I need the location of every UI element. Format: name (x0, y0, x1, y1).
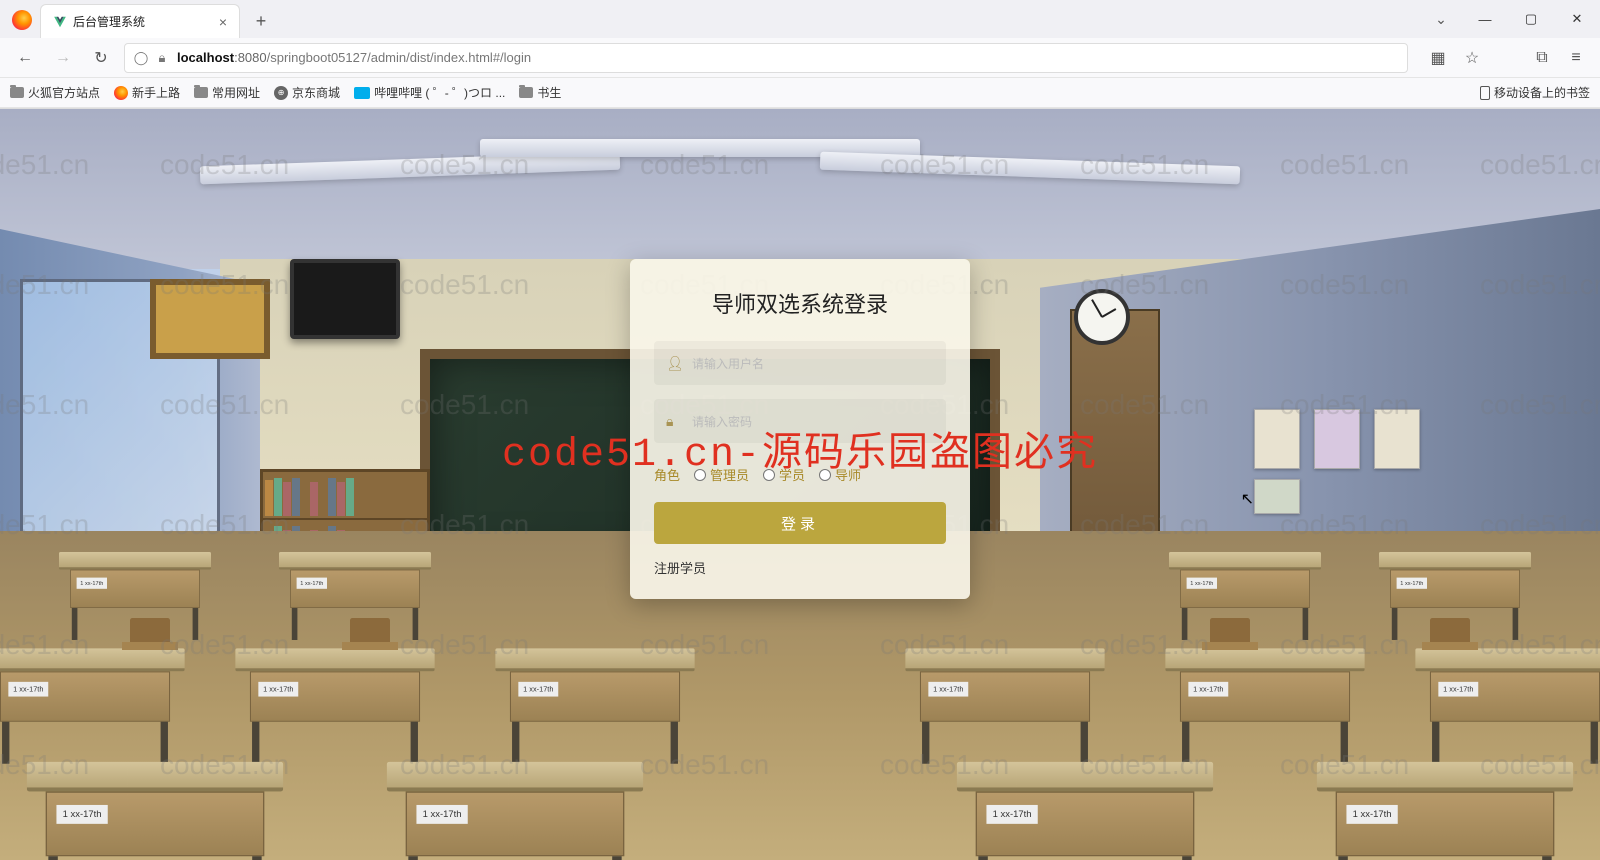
folder-icon (194, 87, 208, 98)
folder-icon (519, 87, 533, 98)
nav-refresh-button[interactable]: ↻ (86, 43, 116, 73)
clock-icon (1074, 289, 1130, 345)
window-minimize-button[interactable]: ― (1462, 3, 1508, 35)
url-path: /springboot05127/admin/dist/index.html#/… (267, 50, 532, 65)
role-option-student[interactable]: 学员 (763, 465, 805, 484)
shield-icon: ◯ (133, 50, 149, 66)
extensions-icon[interactable]: ⧉ (1528, 44, 1556, 72)
bilibili-icon (354, 87, 370, 99)
password-field-wrapper: 🔒︎ (654, 399, 946, 443)
window-controls: ⌄ ― ▢ ✕ (1426, 0, 1600, 38)
login-title: 导师双选系统登录 (654, 287, 946, 319)
tab-title: 后台管理系统 (73, 13, 213, 30)
vue-icon (53, 15, 67, 29)
register-link[interactable]: 注册学员 (654, 558, 946, 577)
login-panel: 导师双选系统登录 👤︎ 🔒︎ 角色 管理员 学员 导师 登录 注册学员 (630, 259, 970, 599)
browser-chrome: 后台管理系统 × + ⌄ ― ▢ ✕ ← → ↻ ◯ 🔒︎ localhost:… (0, 0, 1600, 109)
role-label: 角色 (654, 465, 680, 484)
bookmark-item-getting-started[interactable]: 新手上路 (114, 84, 180, 101)
folder-icon (10, 87, 24, 98)
firefox-icon (12, 10, 32, 30)
bookmark-item-firefox-official[interactable]: 火狐官方站点 (10, 84, 100, 101)
window-maximize-button[interactable]: ▢ (1508, 3, 1554, 35)
page-content: 1 xx-17th 1 xx-17th 1 xx-17th 1 xx-17th … (0, 109, 1600, 860)
role-radio-student[interactable] (763, 469, 775, 481)
bookmark-item-common-sites[interactable]: 常用网址 (194, 84, 260, 101)
username-input[interactable] (692, 356, 934, 371)
tab-strip: 后台管理系统 × + ⌄ ― ▢ ✕ (0, 0, 1600, 38)
nav-back-button[interactable]: ← (10, 43, 40, 73)
user-icon: 👤︎ (666, 355, 682, 372)
new-tab-button[interactable]: + (246, 6, 276, 36)
bookmark-mobile[interactable]: 移动设备上的书签 (1480, 84, 1590, 101)
bookmark-item-bilibili[interactable]: 哔哩哔哩 ( ゜- ゜)つロ ... (354, 84, 505, 101)
role-radio-mentor[interactable] (819, 469, 831, 481)
hamburger-menu-icon[interactable]: ≡ (1562, 44, 1590, 72)
role-row: 角色 管理员 学员 导师 (654, 465, 946, 484)
nav-bar: ← → ↻ ◯ 🔒︎ localhost:8080 /springboot051… (0, 38, 1600, 78)
mobile-icon (1480, 86, 1490, 100)
nav-forward-button[interactable]: → (48, 43, 78, 73)
bookmark-bar: 火狐官方站点 新手上路 常用网址 ⊕京东商城 哔哩哔哩 ( ゜- ゜)つロ ..… (0, 78, 1600, 108)
role-radio-admin[interactable] (694, 469, 706, 481)
tab-dropdown-icon[interactable]: ⌄ (1426, 11, 1456, 28)
firefox-icon (114, 86, 128, 100)
bookmark-star-icon[interactable]: ☆ (1458, 44, 1486, 72)
username-field-wrapper: 👤︎ (654, 341, 946, 385)
login-button[interactable]: 登录 (654, 502, 946, 544)
password-input[interactable] (692, 414, 934, 429)
lock-icon: 🔒︎ (155, 50, 169, 66)
browser-tab-active[interactable]: 后台管理系统 × (40, 4, 240, 38)
role-option-mentor[interactable]: 导师 (819, 465, 861, 484)
url-bar[interactable]: ◯ 🔒︎ localhost:8080 /springboot05127/adm… (124, 43, 1408, 73)
url-host: localhost:8080 (177, 50, 267, 65)
tab-close-icon[interactable]: × (219, 14, 227, 30)
bookmark-item-jd[interactable]: ⊕京东商城 (274, 84, 340, 101)
bookmark-item-shusheng[interactable]: 书生 (519, 84, 561, 101)
lock-icon: 🔒︎ (666, 413, 682, 430)
qr-icon[interactable]: ▦ (1424, 44, 1452, 72)
window-close-button[interactable]: ✕ (1554, 3, 1600, 35)
globe-icon: ⊕ (274, 86, 288, 100)
role-option-admin[interactable]: 管理员 (694, 465, 749, 484)
